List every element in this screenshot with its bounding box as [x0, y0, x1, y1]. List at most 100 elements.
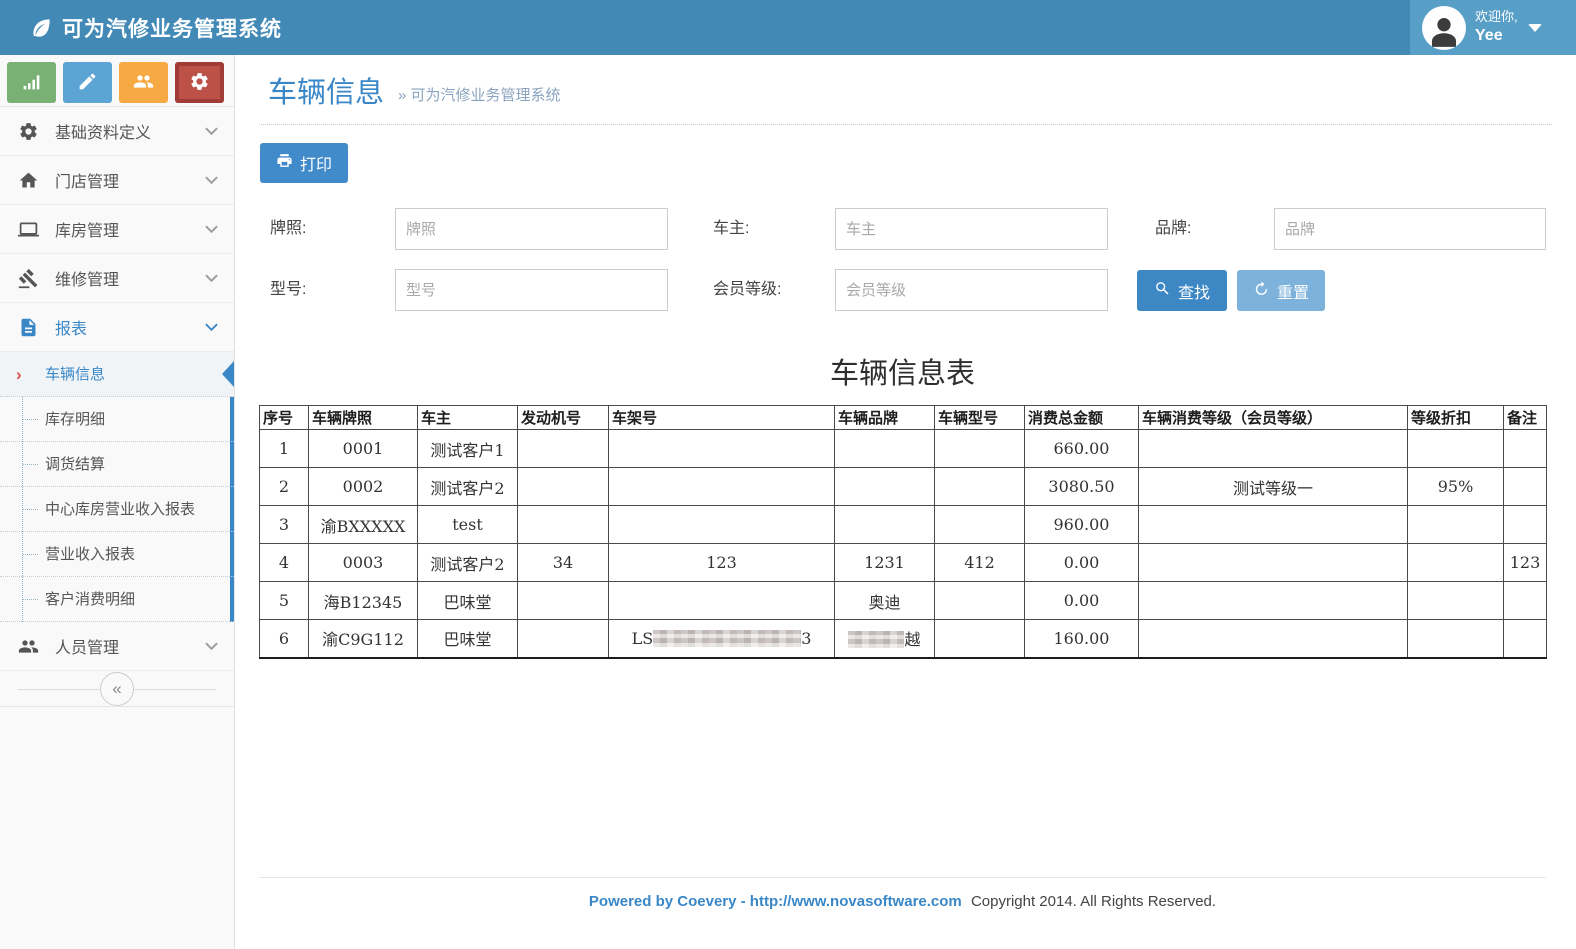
table-cell: 巴味堂 — [418, 582, 518, 620]
submenu-item-customer-consumption[interactable]: 客户消费明细 — [0, 577, 234, 622]
table-header-row: 序号车辆牌照车主发动机号车架号车辆品牌车辆型号消费总金额车辆消费等级（会员等级）… — [260, 406, 1547, 430]
menu-item-personnel[interactable]: 人员管理 — [0, 622, 234, 671]
table-cell: 越 — [835, 620, 935, 658]
table-cell — [1504, 582, 1547, 620]
table-cell — [518, 430, 609, 468]
table-cell: 5 — [260, 582, 309, 620]
page-title: 车辆信息 — [268, 69, 384, 111]
brand: 可为汽修业务管理系统 — [0, 13, 282, 43]
footer-link[interactable]: Powered by Coevery - http://www.novasoft… — [589, 893, 962, 910]
brand-input[interactable] — [1274, 208, 1546, 250]
submenu-label: 库存明细 — [45, 411, 105, 428]
username: Yee — [1475, 26, 1518, 46]
page-body: 打印 牌照: 车主: 品牌: 型号: 会员等级: 查找 重置 车辆信息表 序号车… — [235, 125, 1576, 949]
shortcut-edit-button[interactable] — [63, 62, 112, 103]
shortcut-settings-button[interactable] — [175, 62, 224, 103]
menu-label: 报表 — [55, 315, 205, 339]
user-menu[interactable]: 欢迎你, Yee — [1410, 0, 1576, 55]
home-icon — [18, 169, 42, 191]
owner-input[interactable] — [835, 208, 1108, 250]
table-cell — [935, 620, 1025, 658]
table-row: 40003测试客户23412312314120.00123 — [260, 544, 1547, 582]
submenu-label: 营业收入报表 — [45, 546, 135, 563]
table-cell: 123 — [609, 544, 835, 582]
table-cell — [1408, 544, 1504, 582]
table-cell: 巴味堂 — [418, 620, 518, 658]
shortcut-chart-button[interactable] — [7, 62, 56, 103]
license-input[interactable] — [395, 208, 668, 250]
table-cell — [1139, 582, 1408, 620]
table-header-cell: 等级折扣 — [1408, 406, 1504, 430]
search-icon — [1154, 280, 1171, 302]
welcome-text: 欢迎你, — [1475, 9, 1518, 25]
member-level-input[interactable] — [835, 269, 1108, 311]
model-input[interactable] — [395, 269, 668, 311]
submenu-item-vehicle-info[interactable]: › 车辆信息 — [0, 352, 234, 397]
chevron-down-icon — [205, 274, 218, 282]
search-button[interactable]: 查找 — [1137, 270, 1227, 311]
file-icon — [18, 316, 42, 338]
sidebar-shortcuts — [0, 55, 234, 106]
print-button[interactable]: 打印 — [260, 143, 348, 183]
brand-label: 品牌: — [1155, 208, 1191, 250]
table-cell: 160.00 — [1025, 620, 1139, 658]
table-cell — [935, 468, 1025, 506]
table-cell: LS3 — [609, 620, 835, 658]
table-cell: 2 — [260, 468, 309, 506]
table-cell: 测试客户2 — [418, 544, 518, 582]
collapse-sidebar-button[interactable]: « — [100, 672, 134, 706]
table-header-cell: 车辆牌照 — [309, 406, 418, 430]
footer-divider — [259, 877, 1546, 878]
shortcut-users-button[interactable] — [119, 62, 168, 103]
users-icon — [18, 635, 42, 657]
reset-label: 重置 — [1277, 279, 1309, 303]
table-cell: 3080.50 — [1025, 468, 1139, 506]
table-row: 3渝BXXXXXtest960.00 — [260, 506, 1547, 544]
table-header-cell: 车主 — [418, 406, 518, 430]
table-header-cell: 序号 — [260, 406, 309, 430]
table-cell: 95% — [1408, 468, 1504, 506]
member-level-label: 会员等级: — [713, 269, 781, 311]
menu-item-store[interactable]: 门店管理 — [0, 156, 234, 205]
submenu-label: 调货结算 — [45, 456, 105, 473]
table-cell — [1139, 544, 1408, 582]
reset-button[interactable]: 重置 — [1237, 270, 1325, 311]
chevron-down-icon — [205, 642, 218, 650]
table-cell: 4 — [260, 544, 309, 582]
menu-item-warehouse[interactable]: 库房管理 — [0, 205, 234, 254]
menu-item-basic-data[interactable]: 基础资料定义 — [0, 107, 234, 156]
table-cell: 1 — [260, 430, 309, 468]
submenu-item-transfer-settlement[interactable]: 调货结算 — [0, 442, 234, 487]
avatar[interactable] — [1422, 6, 1466, 50]
chevron-down-icon — [205, 176, 218, 184]
table-cell: 0001 — [309, 430, 418, 468]
table-cell: 奥迪 — [835, 582, 935, 620]
submenu-item-central-warehouse-revenue[interactable]: 中心库房营业收入报表 — [0, 487, 234, 532]
table-row: 10001测试客户1660.00 — [260, 430, 1547, 468]
welcome-block: 欢迎你, Yee — [1475, 9, 1518, 45]
table-cell — [935, 430, 1025, 468]
model-label: 型号: — [270, 269, 306, 311]
table-cell: 6 — [260, 620, 309, 658]
laptop-icon — [18, 218, 42, 240]
table-cell — [1139, 430, 1408, 468]
table-cell: test — [418, 506, 518, 544]
table-row: 5海B12345巴味堂奥迪0.00 — [260, 582, 1547, 620]
chevron-down-icon[interactable] — [1528, 24, 1542, 32]
table-cell — [935, 506, 1025, 544]
gavel-icon — [18, 267, 42, 289]
reset-icon — [1253, 280, 1270, 302]
table-cell — [835, 430, 935, 468]
active-flag-icon — [222, 361, 234, 387]
table-cell — [1504, 506, 1547, 544]
submenu-item-revenue-report[interactable]: 营业收入报表 — [0, 532, 234, 577]
menu-item-repair[interactable]: 维修管理 — [0, 254, 234, 303]
redacted-pixelated-region — [653, 630, 801, 647]
table-cell: 渝C9G112 — [309, 620, 418, 658]
table-cell: 3 — [260, 506, 309, 544]
table-cell: 34 — [518, 544, 609, 582]
table-cell: 测试等级一 — [1139, 468, 1408, 506]
table-header-cell: 车辆品牌 — [835, 406, 935, 430]
menu-item-reports[interactable]: 报表 — [0, 303, 234, 352]
submenu-item-inventory-detail[interactable]: 库存明细 — [0, 397, 234, 442]
